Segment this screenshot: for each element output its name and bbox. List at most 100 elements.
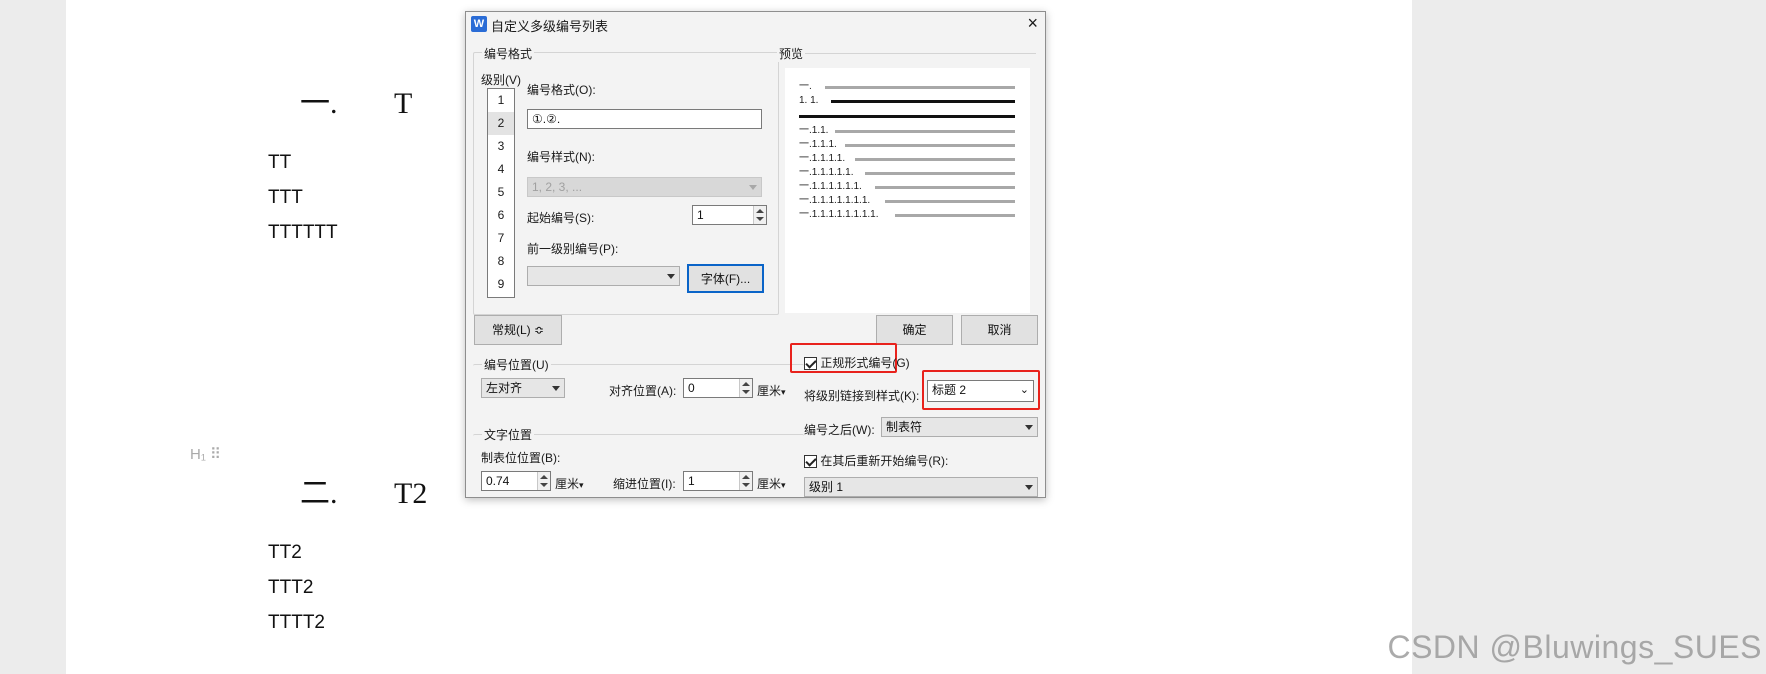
number-position-label: 编号位置(U)	[482, 356, 551, 373]
preview-row-1: 一.	[799, 81, 812, 92]
prev-level-select[interactable]	[527, 266, 680, 286]
spin-buttons[interactable]	[739, 472, 752, 490]
spin-down-icon[interactable]	[742, 390, 750, 394]
indent-value: 1	[688, 474, 695, 488]
preview-line	[895, 214, 1015, 217]
level-item-5[interactable]: 5	[488, 181, 514, 204]
chevron-down-icon	[552, 386, 560, 391]
number-format-input[interactable]: ①.②.	[527, 109, 762, 129]
start-number-stepper[interactable]: 1	[692, 205, 767, 225]
preview-line-bold	[831, 100, 1015, 103]
caret-down-icon: ▾	[781, 480, 786, 490]
legal-numbering-checkbox[interactable]	[804, 357, 817, 371]
spin-up-icon[interactable]	[742, 475, 750, 479]
collapse-arrows-icon: ≎	[533, 323, 545, 337]
heading-1-number: 一.	[300, 87, 338, 120]
chevron-down-icon	[749, 185, 757, 190]
link-style-select[interactable]: 标题 2 ⌄	[927, 380, 1034, 402]
chevron-down-icon: ⌄	[1019, 384, 1029, 396]
restart-checkbox[interactable]	[804, 455, 817, 469]
alignment-value: 左对齐	[486, 381, 523, 395]
wps-app-icon: W	[471, 16, 487, 32]
paragraph-tt[interactable]: TT	[268, 152, 291, 174]
number-style-select[interactable]: 1, 2, 3, ...	[527, 177, 762, 197]
paragraph-tttt2[interactable]: TTTT2	[268, 612, 325, 634]
level-item-8[interactable]: 8	[488, 250, 514, 273]
heading-2[interactable]: 二. T2	[270, 434, 427, 546]
after-number-select[interactable]: 制表符	[881, 417, 1038, 437]
restart-level-select[interactable]: 级别 1	[804, 477, 1038, 497]
heading-1[interactable]: 一. T	[270, 44, 412, 156]
align-position-stepper[interactable]: 0	[683, 378, 753, 398]
ok-button[interactable]: 确定	[876, 315, 953, 345]
spin-buttons[interactable]	[753, 206, 766, 224]
heading-1-text: T	[394, 87, 413, 120]
tab-unit-label: 厘米	[555, 477, 580, 491]
level-item-1[interactable]: 1	[488, 89, 514, 112]
restart-label: 在其后重新开始编号(R):	[820, 454, 949, 468]
heading-2-text: T2	[394, 477, 428, 510]
preview-row-10: 一.1.1.1.1.1.1.1.1.	[799, 209, 879, 220]
indent-label: 缩进位置(I):	[613, 477, 676, 491]
spin-down-icon[interactable]	[756, 217, 764, 221]
paragraph-tt2[interactable]: TT2	[268, 542, 302, 564]
tab-position-stepper[interactable]: 0.74	[481, 471, 551, 491]
preview-row-7: 一.1.1.1.1.1.	[799, 167, 854, 178]
preview-row-4: 一.1.1.	[799, 125, 829, 136]
restart-checkbox-row[interactable]: 在其后重新开始编号(R):	[804, 452, 948, 469]
tab-unit-dropdown[interactable]: 厘米▾	[555, 475, 584, 492]
paragraph-ttt[interactable]: TTT	[268, 187, 303, 209]
preview-row-9: 一.1.1.1.1.1.1.1.	[799, 195, 871, 206]
spin-down-icon[interactable]	[742, 483, 750, 487]
preview-row-6: 一.1.1.1.1.	[799, 153, 846, 164]
align-unit-dropdown[interactable]: 厘米▾	[757, 382, 786, 399]
restart-level-value: 级别 1	[809, 480, 844, 494]
align-unit-label: 厘米	[757, 384, 782, 398]
heading-2-number: 二.	[300, 477, 338, 510]
spin-up-icon[interactable]	[540, 475, 548, 479]
legal-numbering-checkbox-row[interactable]: 正规形式编号(G)	[804, 354, 910, 371]
level-item-6[interactable]: 6	[488, 204, 514, 227]
paragraph-tttttt[interactable]: TTTTTT	[268, 222, 338, 244]
number-format-group-label: 编号格式	[482, 45, 535, 62]
heading-drag-handle-icon[interactable]: H₁ ⠿	[190, 445, 221, 463]
chevron-down-icon	[1025, 425, 1033, 430]
preview-label: 预览	[777, 45, 806, 62]
preview-divider	[779, 53, 1036, 54]
custom-multilevel-list-dialog: W 自定义多级编号列表 × 编号格式 级别(V) 1 2 3 4 5 6 7 8…	[465, 11, 1046, 498]
indent-stepper[interactable]: 1	[683, 471, 753, 491]
close-icon[interactable]: ×	[1027, 13, 1038, 33]
caret-down-icon: ▾	[579, 480, 584, 490]
spin-buttons[interactable]	[739, 379, 752, 397]
indent-unit-dropdown[interactable]: 厘米▾	[757, 475, 786, 492]
level-item-9[interactable]: 9	[488, 273, 514, 296]
align-position-value: 0	[688, 381, 695, 395]
level-item-7[interactable]: 7	[488, 227, 514, 250]
style-label: 编号样式(N):	[527, 150, 595, 164]
chevron-down-icon	[667, 274, 675, 279]
preview-line	[825, 86, 1015, 89]
preview-line	[865, 172, 1015, 175]
level-list[interactable]: 1 2 3 4 5 6 7 8 9	[487, 88, 515, 298]
general-toggle-button[interactable]: 常规(L) ≎	[474, 315, 562, 345]
preview-row-5: 一.1.1.1.	[799, 139, 837, 150]
number-style-value: 1, 2, 3, ...	[532, 180, 583, 194]
chevron-down-icon	[1025, 485, 1033, 490]
preview-line	[835, 130, 1015, 133]
spin-buttons[interactable]	[537, 472, 550, 490]
spin-down-icon[interactable]	[540, 483, 548, 487]
start-label: 起始编号(S):	[527, 211, 595, 225]
dialog-title-bar[interactable]: W 自定义多级编号列表 ×	[466, 12, 1045, 36]
level-item-2[interactable]: 2	[488, 112, 514, 135]
spin-up-icon[interactable]	[742, 382, 750, 386]
preview-line	[845, 144, 1015, 147]
after-number-label: 编号之后(W):	[804, 423, 875, 437]
paragraph-ttt2[interactable]: TTT2	[268, 577, 313, 599]
spin-up-icon[interactable]	[756, 209, 764, 213]
tab-position-value: 0.74	[486, 474, 510, 488]
cancel-button[interactable]: 取消	[961, 315, 1038, 345]
level-item-4[interactable]: 4	[488, 158, 514, 181]
level-item-3[interactable]: 3	[488, 135, 514, 158]
alignment-select[interactable]: 左对齐	[481, 378, 565, 398]
font-button[interactable]: 字体(F)...	[687, 264, 764, 293]
